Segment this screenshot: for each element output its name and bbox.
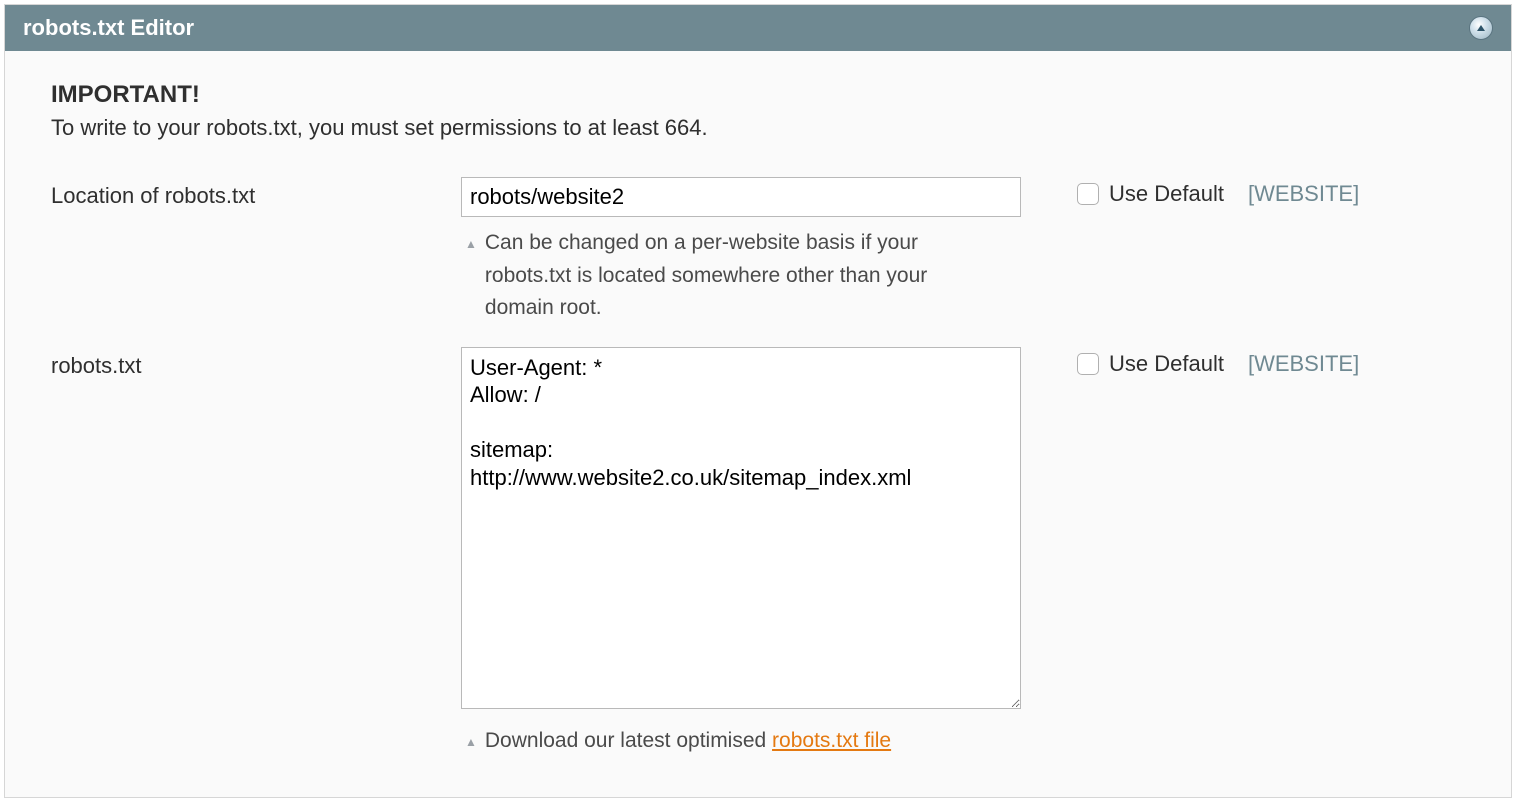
- panel-header: robots.txt Editor: [5, 5, 1511, 51]
- location-input[interactable]: [461, 177, 1021, 217]
- location-label: Location of robots.txt: [51, 177, 461, 209]
- panel-title: robots.txt Editor: [23, 15, 194, 41]
- location-use-default-label: Use Default: [1109, 181, 1224, 207]
- important-notice: IMPORTANT! To write to your robots.txt, …: [51, 81, 1465, 141]
- location-scope-tag: [WEBSITE]: [1248, 181, 1359, 207]
- chevron-up-icon: [1475, 22, 1487, 34]
- robots-row: robots.txt User-Agent: * Allow: / sitema…: [51, 347, 1465, 758]
- important-title: IMPORTANT!: [51, 81, 1465, 109]
- location-row: Location of robots.txt ▲ Can be changed …: [51, 177, 1465, 325]
- location-hint: ▲ Can be changed on a per-website basis …: [461, 227, 1021, 325]
- location-use-default-checkbox[interactable]: [1077, 183, 1099, 205]
- robots-hint: ▲ Download our latest optimised robots.t…: [461, 725, 1021, 758]
- important-text: To write to your robots.txt, you must se…: [51, 115, 1465, 141]
- panel-body: IMPORTANT! To write to your robots.txt, …: [5, 51, 1511, 797]
- robots-download-link[interactable]: robots.txt file: [772, 729, 891, 752]
- hint-arrow-icon: ▲: [465, 725, 477, 758]
- robots-textarea[interactable]: User-Agent: * Allow: / sitemap: http://w…: [461, 347, 1021, 709]
- robots-editor-panel: robots.txt Editor IMPORTANT! To write to…: [4, 4, 1512, 798]
- robots-label: robots.txt: [51, 347, 461, 379]
- collapse-toggle-button[interactable]: [1469, 16, 1493, 40]
- robots-scope-tag: [WEBSITE]: [1248, 351, 1359, 377]
- robots-use-default-checkbox[interactable]: [1077, 353, 1099, 375]
- location-hint-text: Can be changed on a per-website basis if…: [485, 227, 985, 325]
- robots-hint-prefix: Download our latest optimised: [485, 729, 772, 752]
- robots-use-default-label: Use Default: [1109, 351, 1224, 377]
- hint-arrow-icon: ▲: [465, 227, 477, 325]
